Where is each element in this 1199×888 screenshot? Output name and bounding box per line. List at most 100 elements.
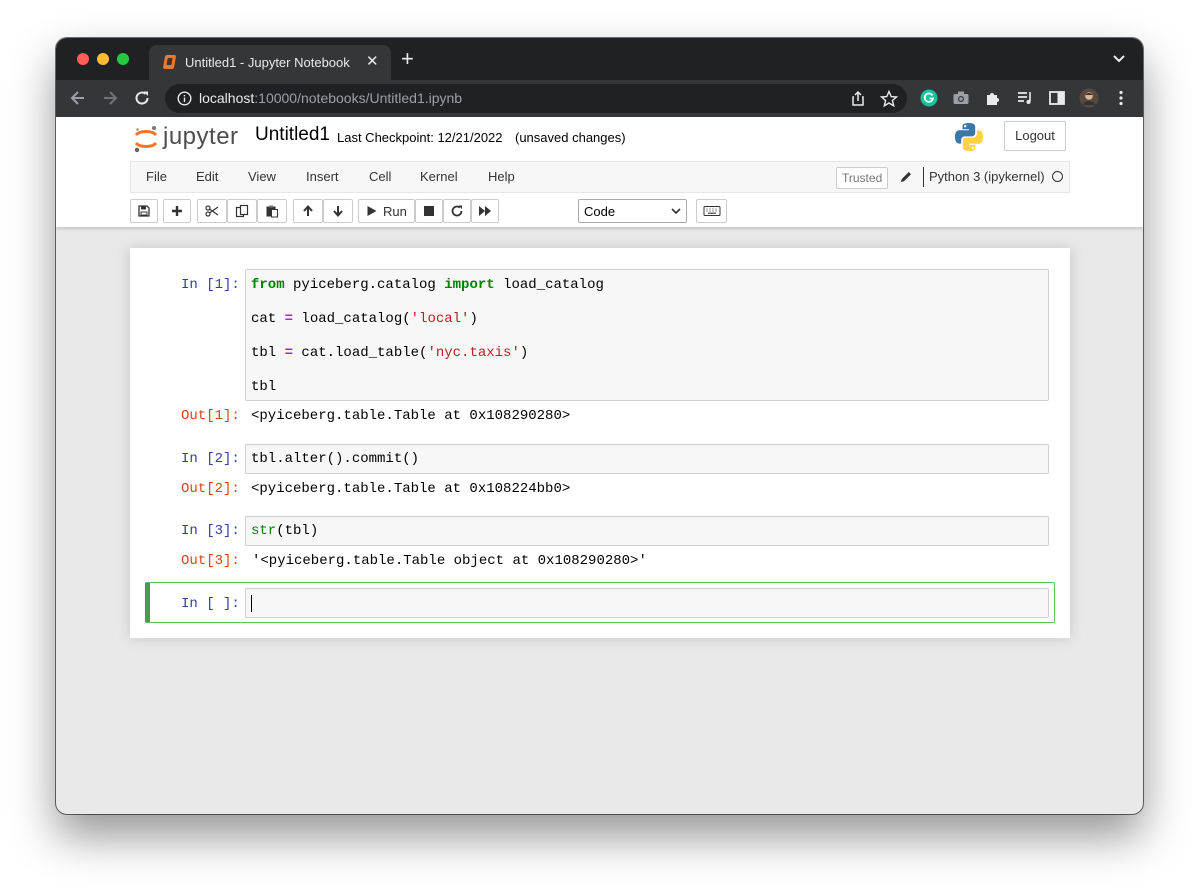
browser-toolbar: localhost:10000/notebooks/Untitled1.ipyn…	[56, 80, 1143, 117]
jupyter-logo-icon	[134, 126, 158, 153]
kernel-idle-indicator-icon	[1052, 171, 1063, 182]
code-token: str	[251, 523, 277, 539]
restart-kernel-button[interactable]	[443, 199, 471, 223]
cut-button[interactable]	[197, 199, 227, 223]
minimize-window-button[interactable]	[97, 53, 109, 65]
code-cell-input[interactable]: tbl.alter().commit()	[245, 444, 1049, 474]
back-arrow-icon[interactable]	[68, 88, 88, 108]
logout-button[interactable]: Logout	[1004, 121, 1066, 151]
menu-edit[interactable]: Edit	[196, 169, 218, 184]
save-button[interactable]	[130, 199, 158, 223]
browser-window: Untitled1 - Jupyter Notebook ✕ + localho…	[56, 38, 1143, 814]
grammarly-extension-icon[interactable]	[919, 88, 939, 108]
code-token: load_catalog(	[293, 311, 411, 327]
url-text[interactable]: localhost:10000/notebooks/Untitled1.ipyn…	[199, 90, 462, 106]
new-tab-plus-icon[interactable]: +	[401, 48, 414, 70]
play-icon	[367, 206, 377, 216]
notebook-container: In [1]: from pyiceberg.catalog import lo…	[130, 248, 1070, 638]
code-token: cat	[251, 311, 285, 327]
scissors-icon	[205, 205, 219, 217]
code-token: from	[251, 277, 285, 293]
cell-type-value: Code	[584, 204, 616, 219]
extensions-puzzle-icon[interactable]	[983, 88, 1003, 108]
input-prompt: In [1]:	[181, 277, 240, 293]
profile-avatar[interactable]	[1079, 88, 1099, 108]
close-tab-icon[interactable]: ✕	[366, 53, 379, 71]
kernel-name[interactable]: Python 3 (ipykernel)	[929, 169, 1045, 184]
code-token: load_catalog	[494, 277, 604, 293]
jupyter-logo[interactable]: jupyter	[133, 122, 243, 154]
menu-kernel[interactable]: Kernel	[420, 169, 458, 184]
tab-title: Untitled1 - Jupyter Notebook	[185, 55, 350, 70]
input-prompt: In [3]:	[181, 523, 240, 539]
menu-help[interactable]: Help	[488, 169, 515, 184]
autosave-status: (unsaved changes)	[515, 130, 626, 145]
code-token: )	[519, 345, 529, 361]
side-panel-icon[interactable]	[1047, 88, 1067, 108]
paste-button[interactable]	[257, 199, 287, 223]
code-token: (tbl)	[276, 523, 319, 539]
close-window-button[interactable]	[77, 53, 89, 65]
bookmark-star-icon[interactable]	[879, 89, 899, 109]
share-icon[interactable]	[848, 89, 868, 109]
cell-output: <pyiceberg.table.Table at 0x108224bb0>	[251, 481, 571, 497]
camera-extension-icon[interactable]	[951, 88, 971, 108]
site-info-icon[interactable]	[177, 91, 192, 106]
menu-cell[interactable]: Cell	[369, 169, 391, 184]
code-token: cat.load_table(	[293, 345, 428, 361]
code-line: tbl = cat.load_table('nyc.taxis')	[251, 345, 528, 361]
menu-insert[interactable]: Insert	[306, 169, 339, 184]
notebook-title[interactable]: Untitled1	[255, 124, 330, 146]
keyboard-icon	[703, 206, 720, 216]
maximize-window-button[interactable]	[117, 53, 129, 65]
move-cell-up-button[interactable]	[293, 199, 323, 223]
code-cell-input[interactable]	[245, 588, 1049, 618]
media-queue-icon[interactable]	[1015, 88, 1035, 108]
code-token: =	[284, 311, 294, 327]
text-cursor	[251, 595, 252, 612]
restart-run-all-button[interactable]	[471, 199, 499, 223]
code-line: cat = load_catalog('local')	[251, 311, 478, 327]
clipboard-icon	[266, 205, 278, 218]
run-label: Run	[383, 204, 407, 219]
jupyter-header: jupyter Untitled1 Last Checkpoint: 12/21…	[56, 117, 1143, 227]
code-token: tbl.alter().commit()	[251, 451, 420, 467]
input-prompt: In [ ]:	[181, 596, 240, 612]
browser-menu-kebab-icon[interactable]	[1111, 88, 1131, 108]
code-token: tbl	[251, 345, 285, 361]
menu-view[interactable]: View	[248, 169, 276, 184]
menu-file[interactable]: File	[146, 169, 167, 184]
code-token: =	[284, 345, 294, 361]
copy-icon	[235, 204, 249, 218]
chevron-down-icon[interactable]	[1112, 52, 1126, 66]
python-logo-icon	[955, 123, 983, 151]
forward-arrow-icon[interactable]	[100, 88, 120, 108]
copy-button[interactable]	[227, 199, 257, 223]
jupyter-logo-text: jupyter	[163, 123, 239, 150]
address-bar[interactable]: localhost:10000/notebooks/Untitled1.ipyn…	[165, 84, 907, 113]
code-cell-input[interactable]: str(tbl)	[245, 516, 1049, 546]
interrupt-kernel-button[interactable]	[415, 199, 443, 223]
output-prompt: Out[3]:	[181, 553, 240, 569]
browser-tab[interactable]: Untitled1 - Jupyter Notebook ✕	[149, 45, 391, 80]
command-palette-button[interactable]	[696, 199, 727, 223]
chevron-down-icon	[671, 208, 681, 215]
cell-output: <pyiceberg.table.Table at 0x108290280>	[251, 408, 571, 424]
move-cell-down-button[interactable]	[323, 199, 353, 223]
code-cell-input[interactable]: from pyiceberg.catalog import load_catal…	[245, 269, 1049, 401]
code-line: tbl.alter().commit()	[251, 451, 419, 467]
restart-icon	[451, 205, 463, 217]
fast-forward-icon	[479, 206, 491, 216]
arrow-up-icon	[303, 205, 313, 216]
kernel-separator	[923, 167, 924, 187]
plus-icon	[172, 206, 182, 216]
cell-type-select[interactable]: Code	[578, 199, 687, 223]
output-prompt: Out[1]:	[181, 408, 240, 424]
insert-cell-button[interactable]	[163, 199, 191, 223]
pencil-icon[interactable]	[899, 170, 913, 184]
code-token: import	[444, 277, 495, 293]
run-button[interactable]: Run	[358, 199, 415, 223]
trusted-badge[interactable]: Trusted	[836, 167, 889, 189]
stop-icon	[424, 206, 434, 216]
reload-icon[interactable]	[132, 88, 152, 108]
